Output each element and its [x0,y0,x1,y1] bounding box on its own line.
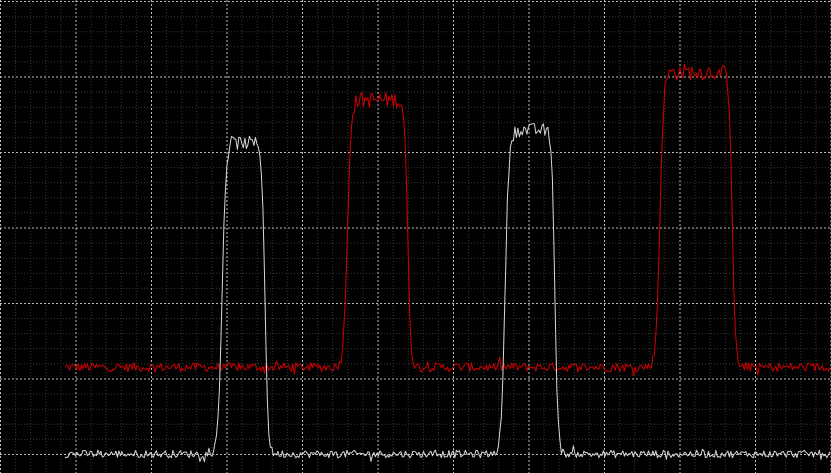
trace-line-1 [64,64,831,377]
minor-grid [0,0,831,473]
major-grid [0,0,831,473]
traces [64,64,831,463]
oscilloscope-chart [0,0,831,473]
trace-line-2 [64,123,831,463]
